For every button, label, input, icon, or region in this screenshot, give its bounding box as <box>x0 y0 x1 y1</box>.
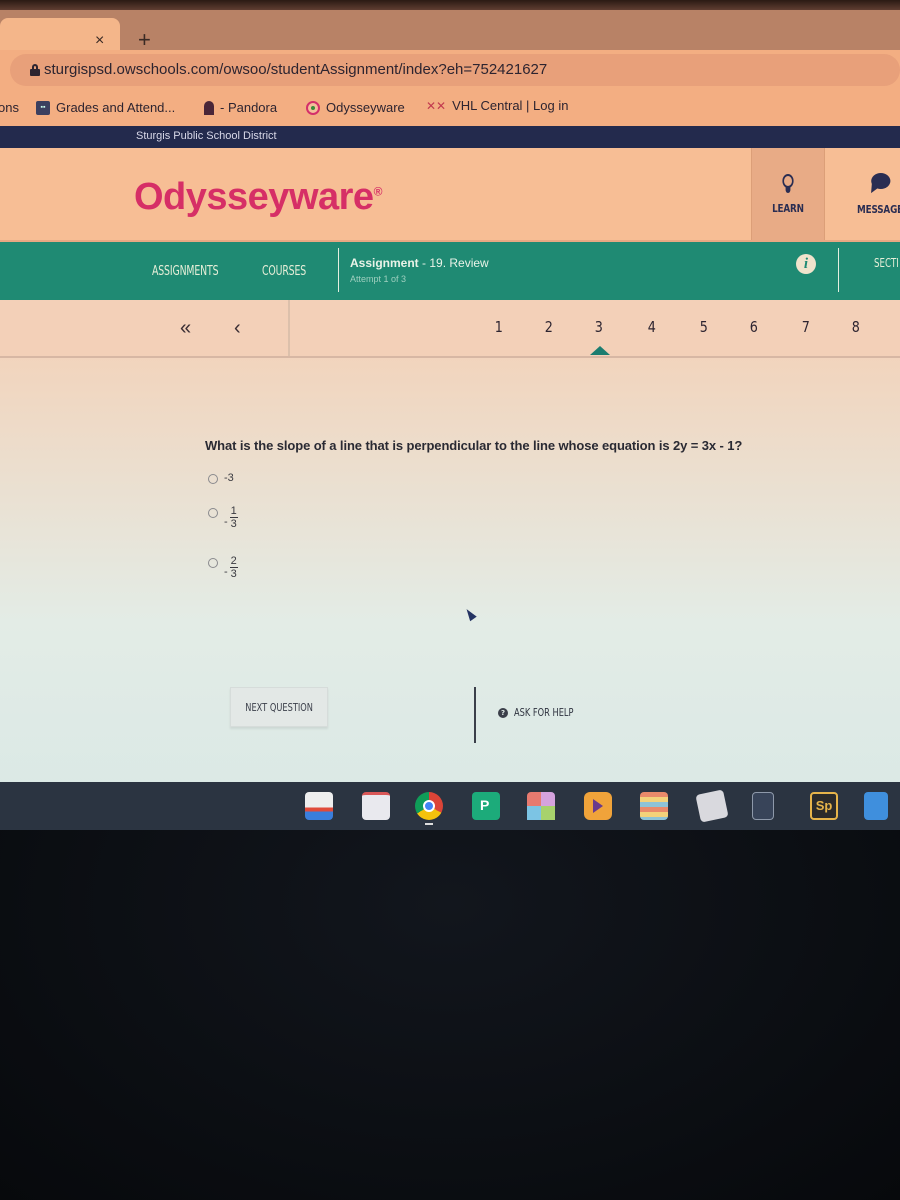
radio-button[interactable] <box>208 508 218 518</box>
answer-choice-3[interactable]: - 23 <box>208 556 238 580</box>
bookmark-label: ons <box>0 100 19 115</box>
fraction-sign: - <box>224 516 228 528</box>
nav-assignments[interactable]: ASSIGNMENTS <box>152 264 219 279</box>
browser-toolbar: sturgispsd.owschools.com/owsoo/studentAs… <box>0 50 900 92</box>
nav-divider <box>838 248 839 292</box>
next-question-label: NEXT QUESTION <box>245 700 313 714</box>
learn-label: LEARN <box>772 201 804 215</box>
adobe-spark-icon[interactable]: Sp <box>810 792 838 820</box>
bookmark-grades[interactable]: ▪▪ Grades and Attend... <box>36 100 175 115</box>
logo-text: Odysseyware <box>134 176 374 218</box>
bookmark-label: - Pandora <box>220 100 278 115</box>
lightbulb-icon <box>782 173 794 194</box>
fraction-denominator: 3 <box>230 568 237 580</box>
assignment-prefix: Assignment <box>350 256 419 270</box>
bookmark-label: VHL Central | Log in <box>452 98 569 113</box>
page-8[interactable]: 8 <box>852 318 860 336</box>
bookmark-apps[interactable]: ons <box>0 100 19 115</box>
page-7[interactable]: 7 <box>802 318 810 336</box>
page-1[interactable]: 1 <box>495 318 503 336</box>
pandora-icon <box>204 100 214 115</box>
books-app-icon[interactable] <box>640 792 668 820</box>
video-player-icon[interactable] <box>584 792 612 820</box>
bookmark-pandora[interactable]: - Pandora <box>204 100 277 115</box>
page-4[interactable]: 4 <box>648 318 656 336</box>
learn-button[interactable]: LEARN <box>751 148 825 240</box>
speech-bubble-icon <box>868 172 891 196</box>
previous-page-icon[interactable]: ‹ <box>234 317 241 340</box>
fraction: - 23 <box>224 556 238 580</box>
google-docs-icon[interactable] <box>864 792 888 820</box>
bookmark-vhl[interactable]: ✕✕ VHL Central | Log in <box>426 98 568 113</box>
bookmark-label: Grades and Attend... <box>56 100 176 115</box>
info-icon[interactable]: i <box>796 254 816 274</box>
fraction-sign: - <box>224 566 228 578</box>
pear-deck-icon[interactable] <box>472 792 500 820</box>
close-tab-icon[interactable]: × <box>95 32 104 50</box>
district-bar: Sturgis Public School District <box>0 126 900 148</box>
vhl-icon: ✕✕ <box>426 98 447 113</box>
question-text: What is the slope of a line that is perp… <box>205 438 743 453</box>
page-3-current[interactable]: 3 <box>595 318 603 336</box>
address-bar[interactable]: sturgispsd.owschools.com/owsoo/studentAs… <box>10 54 900 86</box>
odysseyware-icon <box>306 100 320 115</box>
grades-icon: ▪▪ <box>36 100 50 115</box>
calculator-icon[interactable] <box>752 792 774 820</box>
action-divider <box>474 687 476 743</box>
first-page-icon[interactable]: « <box>180 317 191 340</box>
main-nav: ASSIGNMENTS COURSES Assignment - 19. Rev… <box>0 240 900 300</box>
message-button[interactable]: MESSAGE <box>844 148 900 240</box>
radio-button[interactable] <box>208 474 218 484</box>
running-indicator <box>425 823 433 825</box>
pager-controls: « ‹ <box>0 300 290 356</box>
nav-divider <box>338 248 339 292</box>
next-question-button[interactable]: NEXT QUESTION <box>230 687 328 727</box>
page-2[interactable]: 2 <box>545 318 553 336</box>
radio-button[interactable] <box>208 558 218 568</box>
page-6[interactable]: 6 <box>750 318 758 336</box>
fraction-numerator: 1 <box>229 505 238 518</box>
ask-for-help-button[interactable]: ? ASK FOR HELP <box>498 706 593 719</box>
grid-app-icon[interactable] <box>527 792 555 820</box>
help-label: ASK FOR HELP <box>514 706 574 719</box>
bookmark-label: Odysseyware <box>326 100 405 115</box>
logo-mark: ® <box>373 184 383 199</box>
assignment-title: Assignment - 19. Review <box>350 256 489 270</box>
url-text[interactable]: sturgispsd.owschools.com/owsoo/studentAs… <box>44 61 547 78</box>
mouse-pointer-icon <box>463 606 477 622</box>
os-shelf: Sp <box>0 782 900 830</box>
question-pager: « ‹ 1 2 3 4 5 6 7 8 <box>0 300 900 358</box>
laptop-screen: × + sturgispsd.owschools.com/owsoo/stude… <box>0 0 900 830</box>
current-page-marker <box>590 346 610 355</box>
chrome-icon[interactable] <box>415 792 443 820</box>
choice-label: -3 <box>224 472 234 484</box>
laptop-bezel <box>0 830 900 1200</box>
help-icon: ? <box>498 707 508 718</box>
odysseyware-logo[interactable]: Odysseyware® <box>134 176 382 219</box>
nav-section[interactable]: SECTI <box>874 256 899 270</box>
bookmark-odysseyware[interactable]: Odysseyware <box>306 100 405 115</box>
district-name: Sturgis Public School District <box>136 130 277 142</box>
page-5[interactable]: 5 <box>700 318 708 336</box>
bookmarks-bar: ons ▪▪ Grades and Attend... - Pandora Od… <box>0 92 900 126</box>
browser-tab-strip: × + <box>0 10 900 52</box>
answer-choice-1[interactable]: -3 <box>208 472 234 484</box>
fraction-numerator: 2 <box>229 555 238 568</box>
fraction: - 13 <box>224 506 238 530</box>
message-label: MESSAGE <box>857 202 900 216</box>
docs-edit-icon[interactable] <box>695 789 729 823</box>
attempt-counter: Attempt 1 of 3 <box>350 274 407 284</box>
nav-courses[interactable]: COURSES <box>262 264 306 279</box>
assignment-name: - 19. Review <box>422 256 489 270</box>
chrome-web-store-icon[interactable] <box>305 792 333 820</box>
site-header: Odysseyware® LEARN MESSAGE <box>0 148 900 240</box>
graph-app-icon[interactable] <box>362 792 390 820</box>
fraction-denominator: 3 <box>230 518 237 530</box>
answer-choice-2[interactable]: - 13 <box>208 506 238 530</box>
lock-icon <box>30 64 40 76</box>
